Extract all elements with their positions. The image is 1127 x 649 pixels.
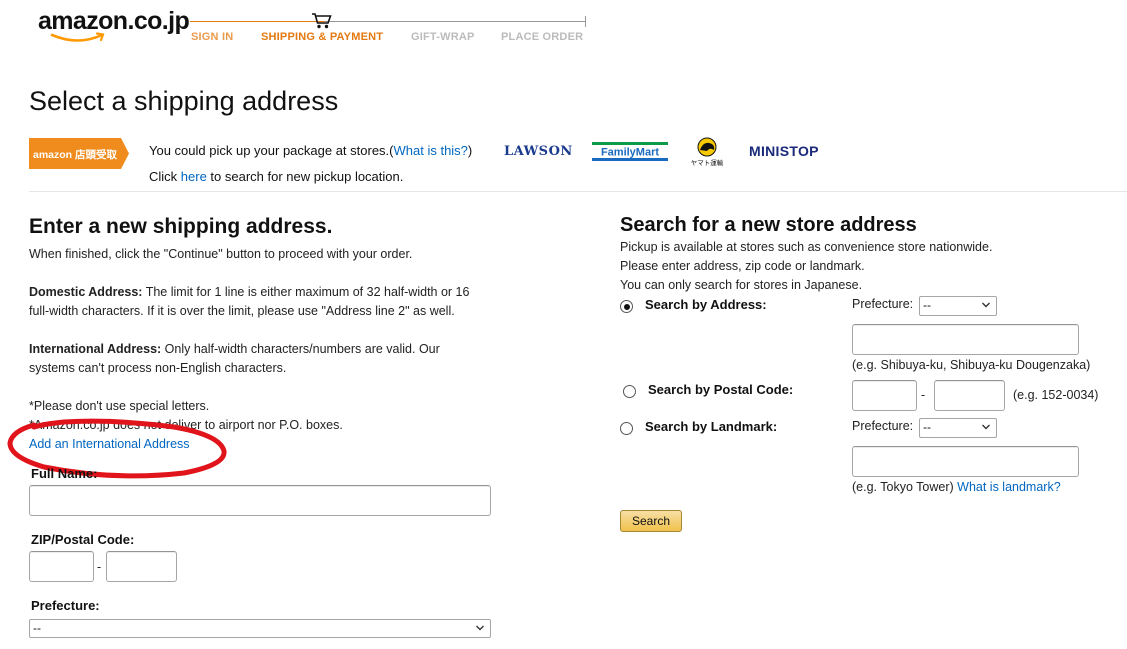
zip-second-input[interactable] — [106, 551, 177, 582]
chevron-down-icon — [476, 625, 484, 631]
search-by-address-label: Search by Address: — [645, 297, 767, 312]
landmark-example-line: (e.g. Tokyo Tower) What is landmark? — [852, 478, 1061, 497]
landmark-prefecture-value: -- — [923, 420, 931, 434]
logo-text: amazon.co.jp — [38, 7, 190, 35]
pickup-search-line: Click here to search for new pickup loca… — [149, 169, 403, 184]
what-is-this-link[interactable]: What is this? — [394, 143, 468, 158]
new-address-heading: Enter a new shipping address. — [29, 215, 333, 238]
zip-separator: - — [97, 560, 102, 574]
address-prefecture-select[interactable]: -- — [919, 296, 997, 316]
cart-icon — [312, 13, 332, 29]
full-name-label: Full Name: — [31, 466, 98, 481]
special-letters-note: *Please don't use special letters. — [29, 399, 210, 413]
pickup-badge-text: amazon 店頭受取 — [33, 148, 118, 161]
domestic-address-note: Domestic Address: The limit for 1 line i… — [29, 283, 469, 321]
step-sign-in: SIGN IN — [191, 31, 234, 43]
smile-icon — [50, 32, 105, 42]
step-gift-wrap: GIFT-WRAP — [411, 31, 475, 43]
international-text-1: Only half-width characters/numbers are v… — [161, 342, 440, 356]
page-title: Select a shipping address — [29, 86, 339, 116]
search-by-postal-label: Search by Postal Code: — [648, 382, 794, 397]
pickup-search-suffix: to search for new pickup location. — [206, 169, 404, 184]
landmark-prefecture-select[interactable]: -- — [919, 418, 997, 438]
here-link[interactable]: here — [181, 169, 207, 184]
landmark-prefecture-label: Prefecture: — [852, 419, 914, 433]
checkout-progress-end — [585, 16, 586, 27]
domestic-text-2: full-width characters. If it is over the… — [29, 304, 455, 318]
search-by-landmark-radio[interactable] — [620, 422, 633, 435]
amazon-store-pickup-badge: amazon 店頭受取 — [29, 138, 129, 169]
pickup-search-prefix: Click — [149, 169, 181, 184]
search-by-address-radio[interactable] — [620, 300, 633, 313]
amazon-logo[interactable]: amazon.co.jp — [38, 7, 190, 42]
international-address-note: International Address: Only half-width c… — [29, 340, 440, 378]
address-prefecture-value: -- — [923, 298, 931, 312]
postal-first-input[interactable] — [852, 380, 917, 411]
yamato-text: ヤマト運輸 — [691, 158, 724, 167]
landmark-input[interactable] — [852, 446, 1079, 477]
store-search-heading: Search for a new store address — [620, 214, 917, 236]
search-by-landmark-label: Search by Landmark: — [645, 419, 778, 434]
familymart-logo: FamilyMart — [592, 142, 668, 161]
postal-separator: - — [921, 388, 926, 402]
prefecture-select[interactable]: -- — [29, 619, 491, 638]
address-prefecture-label: Prefecture: — [852, 297, 914, 311]
pickup-info-line: You could pick up your package at stores… — [149, 143, 472, 158]
checkout-progress-fill — [190, 21, 325, 22]
prefecture-label: Prefecture: — [31, 598, 100, 613]
chevron-down-icon — [982, 302, 990, 308]
zip-label: ZIP/Postal Code: — [31, 532, 135, 547]
what-is-landmark-link[interactable]: What is landmark? — [957, 480, 1061, 494]
store-search-button[interactable]: Search — [620, 510, 682, 532]
store-search-desc-1: Pickup is available at stores such as co… — [620, 240, 993, 254]
address-example: (e.g. Shibuya-ku, Shibuya-ku Dougenzaka) — [852, 358, 1091, 372]
lawson-logo: LAWSON — [504, 144, 573, 159]
store-search-desc-3: You can only search for stores in Japane… — [620, 278, 863, 292]
international-label: International Address: — [29, 342, 162, 356]
ministop-logo: MINISTOP — [749, 143, 819, 159]
pickup-info-text: You could pick up your package at stores… — [149, 143, 394, 158]
search-by-postal-radio[interactable] — [623, 385, 636, 398]
new-address-intro: When finished, click the "Continue" butt… — [29, 247, 413, 261]
landmark-example: (e.g. Tokyo Tower) — [852, 480, 954, 494]
postal-example: (e.g. 152-0034) — [1013, 388, 1099, 402]
familymart-text: FamilyMart — [601, 147, 659, 159]
chevron-down-icon — [982, 424, 990, 430]
postal-second-input[interactable] — [934, 380, 1005, 411]
prefecture-select-value: -- — [33, 621, 41, 635]
step-place-order: PLACE ORDER — [501, 31, 584, 43]
international-text-2: systems can't process non-English charac… — [29, 361, 287, 375]
domestic-text-1: The limit for 1 line is either maximum o… — [142, 285, 470, 299]
pickup-info-close: ) — [467, 143, 473, 158]
store-search-desc-2: Please enter address, zip code or landma… — [620, 259, 865, 273]
zip-first-input[interactable] — [29, 551, 94, 582]
full-name-input[interactable] — [29, 485, 491, 516]
step-shipping-payment: SHIPPING & PAYMENT — [261, 31, 384, 43]
yamato-logo: ヤマト運輸 — [691, 137, 724, 167]
section-divider — [29, 191, 1127, 192]
domestic-label: Domestic Address: — [29, 285, 143, 299]
store-address-input[interactable] — [852, 324, 1079, 355]
